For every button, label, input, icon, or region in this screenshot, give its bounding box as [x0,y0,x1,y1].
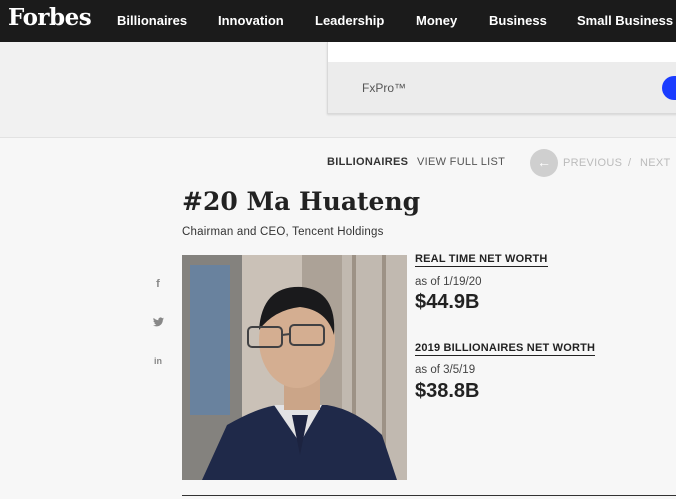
linkedin-icon[interactable]: in [150,356,166,366]
previous-link[interactable]: PREVIOUS [563,157,622,169]
top-nav: Forbes Billionaires Innovation Leadershi… [0,0,676,42]
realtime-as-of: as of 1/19/20 [415,276,482,288]
ad-card-header [328,42,676,62]
next-link[interactable]: NEXT [640,157,671,169]
divider [182,495,676,496]
profile-title: #20 Ma Huateng [182,187,421,216]
realtime-networth-label[interactable]: REAL TIME NET WORTH [415,253,548,267]
annual-networth-value: $38.8B [415,380,480,402]
ad-area: FxPro™ [0,42,676,138]
nav-item-leadership[interactable]: Leadership [315,13,384,28]
previous-button[interactable]: ← [530,149,558,177]
annual-networth-label[interactable]: 2019 BILLIONAIRES NET WORTH [415,342,596,356]
realtime-networth-value: $44.9B [415,291,480,313]
nav-item-billionaires[interactable]: Billionaires [117,13,187,28]
ad-cta-button[interactable] [662,76,676,100]
annual-as-of: as of 3/5/19 [415,364,476,376]
profile-photo [182,255,407,480]
nav-item-business[interactable]: Business [489,13,547,28]
nav-item-money[interactable]: Money [416,13,457,28]
view-full-list-link[interactable]: VIEW FULL LIST [417,156,505,168]
nav-item-innovation[interactable]: Innovation [218,13,284,28]
arrow-left-icon: ← [537,154,551,170]
ad-brand: FxPro™ [362,81,407,95]
pager-separator: / [628,157,632,169]
facebook-icon[interactable]: f [150,278,166,290]
breadcrumb-billionaires[interactable]: BILLIONAIRES [327,156,408,168]
forbes-logo[interactable]: Forbes [8,4,92,31]
nav-item-small-business[interactable]: Small Business [577,13,673,28]
ad-card[interactable]: FxPro™ [327,42,676,114]
twitter-icon[interactable] [150,316,166,330]
profile-subtitle: Chairman and CEO, Tencent Holdings [182,226,384,238]
